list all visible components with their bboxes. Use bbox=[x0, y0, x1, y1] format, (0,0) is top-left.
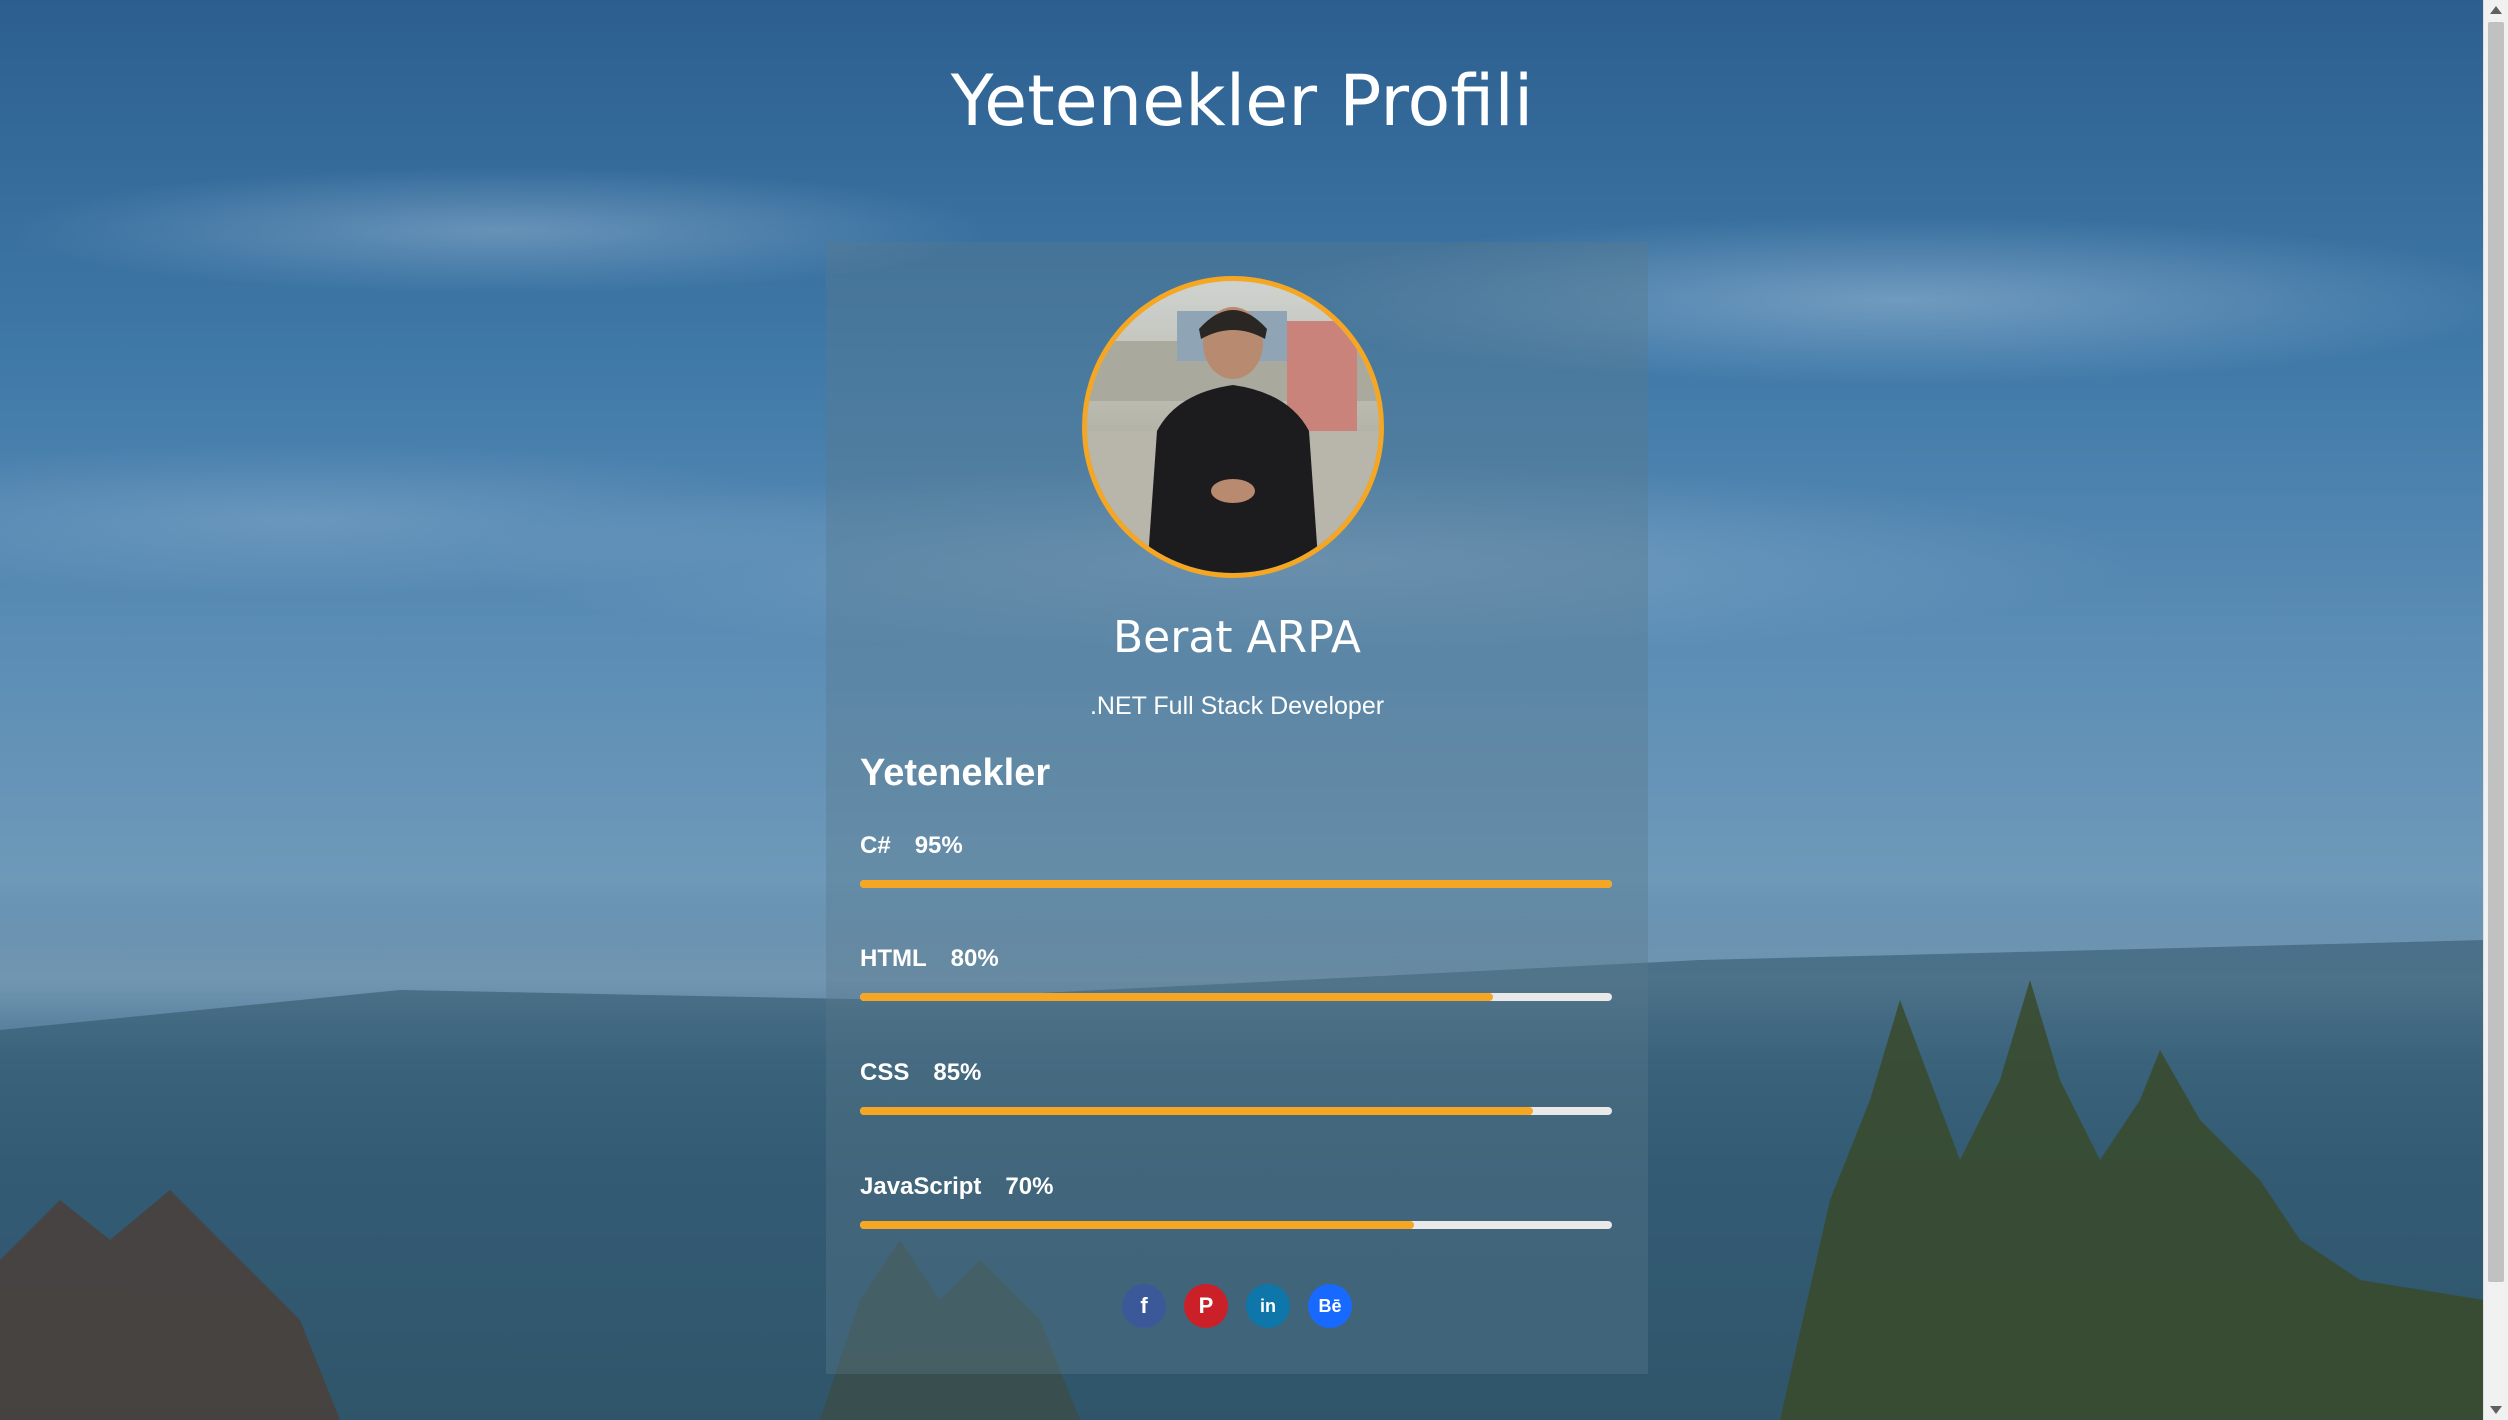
skill-progress-fill bbox=[860, 880, 1612, 888]
skill-item-csharp: C# 95% bbox=[860, 830, 1614, 888]
profile-name: Berat ARPA bbox=[1112, 612, 1362, 663]
skill-progress-fill bbox=[860, 993, 1494, 1001]
scrollbar-thumb[interactable] bbox=[2488, 22, 2504, 1282]
skill-item-javascript: JavaScript 70% bbox=[860, 1171, 1614, 1229]
social-links: f Pin Bē bbox=[826, 1284, 1648, 1328]
skill-progress-fill bbox=[860, 1107, 1534, 1115]
skill-percent: 70% bbox=[1005, 1173, 1054, 1200]
avatar-person-illustration bbox=[1087, 307, 1379, 573]
skill-item-css: CSS 85% bbox=[860, 1057, 1614, 1115]
skill-progress-track bbox=[860, 993, 1612, 1001]
skill-progress-track bbox=[860, 880, 1612, 888]
skill-progress-fill bbox=[860, 1221, 1415, 1229]
skill-progress-track bbox=[860, 1221, 1612, 1229]
skills-heading: Yetenekler bbox=[860, 752, 1051, 794]
facebook-icon[interactable]: f bbox=[1122, 1284, 1166, 1328]
skill-label: CSS 85% bbox=[860, 1057, 1614, 1089]
scroll-up-arrow-icon[interactable] bbox=[2490, 6, 2502, 14]
page-scrollbar[interactable] bbox=[2483, 0, 2508, 1420]
skill-percent: 85% bbox=[933, 1059, 982, 1086]
skill-name: HTML bbox=[860, 945, 927, 972]
skill-label: HTML 80% bbox=[860, 943, 1614, 975]
page-title: Yetenekler Profili bbox=[950, 60, 1534, 142]
skill-name: C# bbox=[860, 832, 891, 859]
profile-role: .NET Full Stack Developer bbox=[1089, 692, 1385, 720]
skill-item-html: HTML 80% bbox=[860, 943, 1614, 1001]
behance-icon[interactable]: Bē bbox=[1308, 1284, 1352, 1328]
scroll-down-arrow-icon[interactable] bbox=[2490, 1406, 2502, 1414]
skill-percent: 80% bbox=[950, 945, 999, 972]
skill-name: CSS bbox=[860, 1059, 910, 1086]
skill-label: JavaScript 70% bbox=[860, 1171, 1614, 1203]
skill-progress-track bbox=[860, 1107, 1612, 1115]
pinterest-icon[interactable]: P bbox=[1184, 1284, 1228, 1328]
profile-avatar bbox=[1082, 276, 1384, 578]
skill-percent: 95% bbox=[914, 832, 963, 859]
skill-name: JavaScript bbox=[860, 1173, 982, 1200]
skill-label: C# 95% bbox=[860, 830, 1614, 862]
profile-card: Berat ARPA .NET Full Stack Developer Yet… bbox=[826, 242, 1648, 1374]
linkedin-icon[interactable]: in bbox=[1246, 1284, 1290, 1328]
